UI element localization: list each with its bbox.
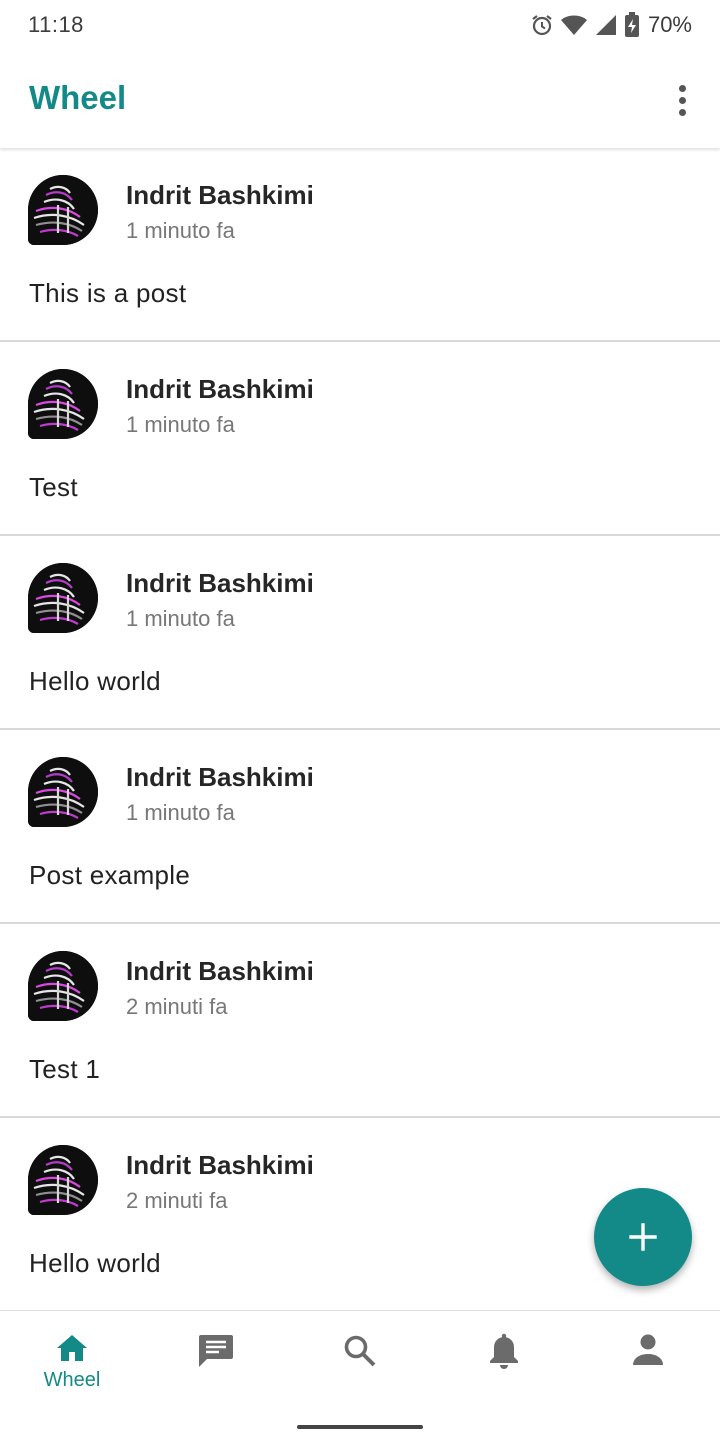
post-card[interactable]: Indrit Bashkimi 1 minuto fa Post example	[0, 730, 720, 924]
app-title: Wheel	[29, 79, 127, 116]
post-time: 1 minuto fa	[126, 218, 235, 243]
post-card[interactable]: Indrit Bashkimi 2 minuti fa Test 1	[0, 924, 720, 1118]
person-icon	[633, 1334, 663, 1365]
avatar[interactable]	[28, 1145, 98, 1215]
more-options-button[interactable]	[668, 78, 696, 122]
home-indicator[interactable]	[297, 1425, 423, 1429]
status-time: 11:18	[28, 12, 84, 37]
avatar[interactable]	[28, 951, 98, 1021]
new-post-button[interactable]	[594, 1188, 692, 1286]
bell-icon	[490, 1333, 518, 1369]
post-author[interactable]: Indrit Bashkimi	[126, 762, 314, 793]
status-icons: 70%	[530, 11, 692, 39]
post-text: This is a post	[29, 278, 187, 308]
nav-item-profile[interactable]	[576, 1311, 720, 1415]
status-bar: 11:18 70%	[0, 0, 720, 52]
post-card[interactable]: Indrit Bashkimi 1 minuto fa Test	[0, 342, 720, 536]
post-author[interactable]: Indrit Bashkimi	[126, 956, 314, 987]
post-author[interactable]: Indrit Bashkimi	[126, 1150, 314, 1181]
wifi-icon	[560, 15, 587, 35]
battery-percentage: 70%	[647, 12, 692, 37]
nav-label: Wheel	[43, 1369, 101, 1391]
avatar[interactable]	[28, 369, 98, 439]
post-time: 1 minuto fa	[126, 412, 235, 437]
post-time: 1 minuto fa	[126, 606, 235, 631]
post-text: Hello world	[29, 666, 161, 696]
post-time: 2 minuti fa	[126, 1188, 228, 1213]
alarm-icon	[532, 15, 552, 36]
app-bar: Wheel	[0, 52, 720, 148]
avatar[interactable]	[28, 757, 98, 827]
bottom-navigation: Wheel	[0, 1310, 720, 1440]
post-feed[interactable]: Indrit Bashkimi 1 minuto fa This is a po…	[0, 148, 720, 1310]
nav-item-search[interactable]	[288, 1311, 432, 1415]
post-author[interactable]: Indrit Bashkimi	[126, 374, 314, 405]
battery-charging-icon	[624, 12, 639, 37]
plus-icon	[629, 1223, 657, 1251]
post-text: Post example	[29, 860, 191, 890]
nav-item-notifications[interactable]	[432, 1311, 576, 1415]
search-icon	[344, 1335, 376, 1367]
post-text: Test	[29, 472, 78, 502]
signal-icon	[595, 15, 616, 35]
post-text: Hello world	[29, 1248, 161, 1278]
post-text: Test 1	[29, 1054, 101, 1084]
post-author[interactable]: Indrit Bashkimi	[126, 180, 314, 211]
avatar[interactable]	[28, 563, 98, 633]
more-vert-icon	[678, 84, 686, 92]
post-author[interactable]: Indrit Bashkimi	[126, 568, 314, 599]
avatar[interactable]	[28, 175, 98, 245]
post-time: 1 minuto fa	[126, 800, 235, 825]
home-icon	[57, 1335, 87, 1361]
chat-icon	[199, 1335, 233, 1367]
post-time: 2 minuti fa	[126, 994, 228, 1019]
post-card[interactable]: Indrit Bashkimi 1 minuto fa Hello world	[0, 536, 720, 730]
post-card[interactable]: Indrit Bashkimi 1 minuto fa This is a po…	[0, 148, 720, 342]
nav-item-messages[interactable]	[144, 1311, 288, 1415]
nav-item-wheel[interactable]: Wheel	[0, 1311, 144, 1415]
